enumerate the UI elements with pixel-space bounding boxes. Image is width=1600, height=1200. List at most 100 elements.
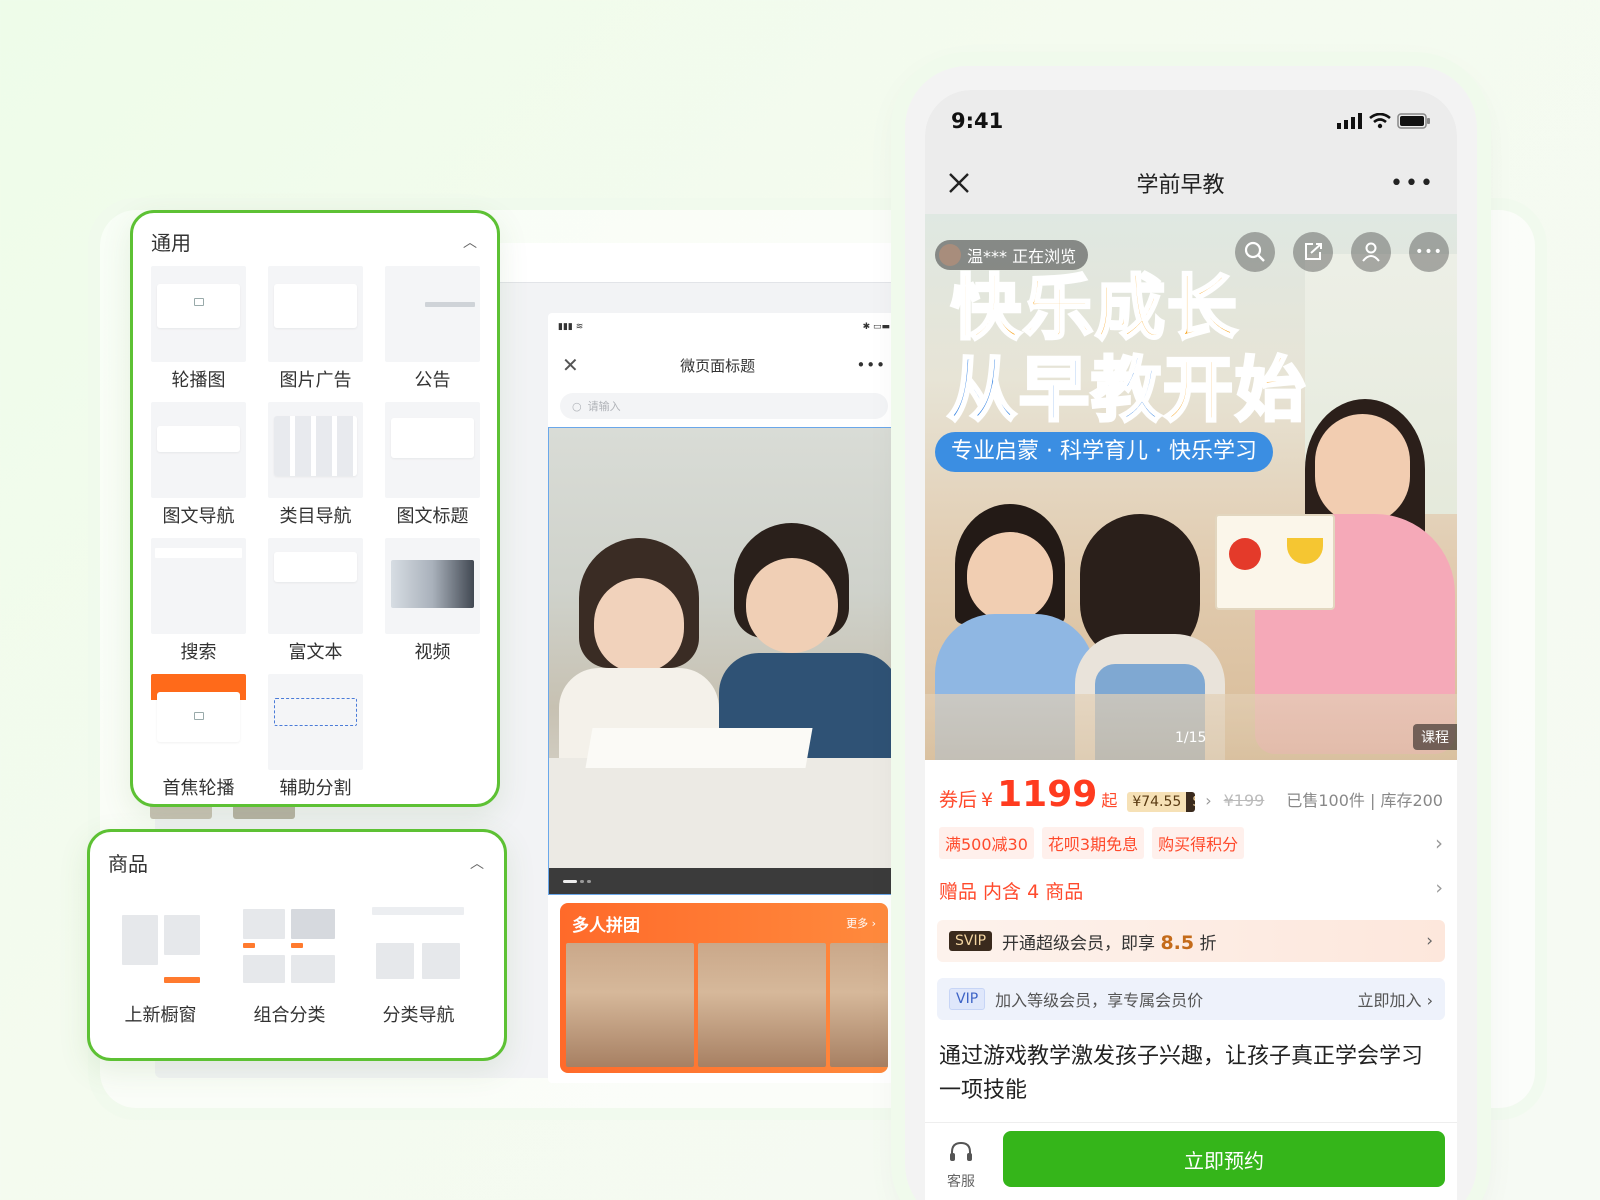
child-face — [594, 578, 684, 673]
panel-title: 商品 — [108, 852, 148, 876]
component-focus-carousel[interactable]: 首焦轮播 — [151, 674, 246, 800]
more-icon[interactable]: ••• — [1390, 171, 1435, 196]
preview-page-title[interactable]: 微页面标题 — [680, 355, 755, 376]
avatar — [939, 244, 961, 266]
group-item-image[interactable] — [566, 943, 694, 1067]
page-preview: ▮▮▮ ≋ ✱ ▭▬ ✕ 微页面标题 ••• ○ 请输入 多人拼团 更多 › — [548, 313, 900, 1083]
component-label: 首焦轮播 — [162, 778, 235, 799]
page-title: 学前早教 — [1136, 173, 1225, 198]
preview-carousel[interactable] — [548, 427, 900, 895]
promotion-tags[interactable]: 满500减30 花呗3期免息 购买得积分 › — [925, 815, 1457, 859]
component-label: 富文本 — [288, 642, 343, 663]
component-image-title[interactable]: 图文标题 — [385, 402, 480, 528]
search-placeholder: 请输入 — [587, 400, 621, 413]
component-search[interactable]: 搜索 — [151, 538, 246, 664]
search-icon[interactable] — [1235, 232, 1275, 272]
preview-title-bar: ✕ 微页面标题 ••• — [548, 341, 900, 389]
component-category-nav[interactable]: 类目导航 — [268, 402, 363, 528]
component-image-nav[interactable]: 图文导航 — [151, 402, 246, 528]
new-window-thumb — [108, 893, 213, 997]
panel-header[interactable]: 商品 ︿ — [90, 832, 504, 877]
group-buy-section[interactable]: 多人拼团 更多 › — [560, 903, 888, 1073]
floor-mat — [925, 694, 1457, 760]
combo-category-thumb — [237, 893, 342, 997]
component-notice[interactable]: 公告 — [385, 266, 480, 392]
vip-membership-row[interactable]: VIP 加入等级会员，享专属会员价 立即加入 › — [937, 978, 1445, 1020]
close-icon[interactable]: ✕ — [562, 353, 579, 377]
component-label: 辅助分割 — [279, 778, 352, 799]
image-title-thumb — [385, 402, 480, 498]
group-item-image[interactable] — [830, 943, 888, 1067]
status-time: 9:41 — [951, 109, 1004, 133]
preview-search-input[interactable]: ○ 请输入 — [560, 393, 888, 419]
hero-subheadline: 从早教开始 — [946, 348, 1307, 433]
promo-tag: 购买得积分 — [1152, 827, 1245, 859]
original-price: ¥199 — [1223, 791, 1265, 810]
customer-service-button[interactable]: 客服 — [937, 1131, 985, 1191]
more-icon[interactable]: ••• — [856, 356, 886, 374]
group-item-image[interactable] — [698, 943, 826, 1067]
teacher-face — [1315, 414, 1410, 524]
price-row: 券后 ¥ 1199 起 ¥74.55SVIP › ¥199 已售100件 | 库… — [925, 760, 1457, 815]
apple-icon — [1229, 538, 1261, 570]
component-label: 公告 — [414, 370, 451, 391]
notice-thumb — [385, 266, 480, 362]
wifi-icon — [1369, 113, 1391, 129]
banana-icon — [1287, 538, 1323, 564]
more-icon[interactable]: ••• — [1409, 232, 1449, 272]
component-label: 图片广告 — [279, 370, 352, 391]
goods-components-panel: 商品 ︿ 上新橱窗 组合分类 分类导航 — [87, 829, 507, 1061]
join-now-link[interactable]: 立即加入 › — [1358, 987, 1434, 1011]
component-video[interactable]: 视频 — [385, 538, 480, 664]
svip-text: 开通超级会员，即享 8.5 折 — [1002, 931, 1217, 954]
svip-membership-row[interactable]: SVIP 开通超级会员，即享 8.5 折 › — [937, 920, 1445, 962]
carousel-bar — [549, 868, 899, 894]
component-divider[interactable]: 辅助分割 — [268, 674, 363, 800]
product-description: 通过游戏教学激发孩子兴趣，让孩子真正学会学习一项技能 — [939, 1044, 1424, 1103]
share-icon[interactable] — [1293, 232, 1333, 272]
preview-status-bar: ▮▮▮ ≋ ✱ ▭▬ — [548, 313, 900, 341]
component-label: 搜索 — [180, 642, 217, 663]
book — [585, 728, 813, 768]
close-icon[interactable] — [947, 171, 971, 195]
user-icon[interactable] — [1351, 232, 1391, 272]
video-thumb — [385, 538, 480, 634]
component-label: 图文导航 — [162, 506, 235, 527]
carousel-dots[interactable] — [563, 880, 591, 883]
image-ad-thumb — [268, 266, 363, 362]
component-label: 类目导航 — [279, 506, 352, 527]
component-carousel[interactable]: 轮播图 — [151, 266, 246, 392]
focus-carousel-thumb — [151, 674, 246, 770]
search-icon: ○ — [572, 399, 582, 413]
panel-header[interactable]: 通用 ︿ — [133, 213, 497, 256]
product-carousel[interactable]: 快乐成长 从早教开始 专业启蒙 · 科学育儿 · 快乐学习 温*** 正在浏览 … — [925, 214, 1457, 760]
divider-thumb — [268, 674, 363, 770]
chevron-up-icon[interactable]: ︿ — [470, 853, 484, 873]
component-label: 图文标题 — [396, 506, 469, 527]
child-face — [967, 532, 1053, 622]
component-image-ad[interactable]: 图片广告 — [268, 266, 363, 392]
gift-row[interactable]: 赠品 内含 4 商品 › — [925, 859, 1457, 904]
component-new-window[interactable]: 上新橱窗 — [108, 893, 213, 1027]
desk — [549, 758, 899, 868]
chevron-up-icon[interactable]: ︿ — [463, 232, 477, 252]
promo-tag: 满500减30 — [939, 827, 1034, 859]
svip-price-badge[interactable]: ¥74.55SVIP — [1127, 792, 1196, 812]
price-suffix: 起 — [1101, 791, 1118, 810]
component-combo-category[interactable]: 组合分类 — [237, 893, 342, 1027]
vip-badge: VIP — [949, 988, 986, 1010]
signal-icon — [1337, 113, 1362, 129]
child-face — [746, 558, 838, 653]
image-nav-thumb — [151, 402, 246, 498]
category-nav-thumb — [268, 402, 363, 498]
carousel-thumb — [151, 266, 246, 362]
bottom-action-bar: 客服 立即预约 — [925, 1122, 1457, 1200]
component-category-nav[interactable]: 分类导航 — [366, 893, 471, 1027]
general-components-panel: 通用 ︿ 轮播图 图片广告 公告 图文导航 类目导航 图文标题 搜索 富文本 视… — [130, 210, 500, 807]
book-now-button[interactable]: 立即预约 — [1003, 1131, 1445, 1187]
signal-icon: ▮▮▮ ≋ — [558, 322, 584, 332]
group-buy-more-link[interactable]: 更多 › — [846, 915, 876, 931]
component-rich-text[interactable]: 富文本 — [268, 538, 363, 664]
price-amount: 1199 — [997, 774, 1098, 815]
chevron-right-icon: › — [1435, 877, 1443, 899]
